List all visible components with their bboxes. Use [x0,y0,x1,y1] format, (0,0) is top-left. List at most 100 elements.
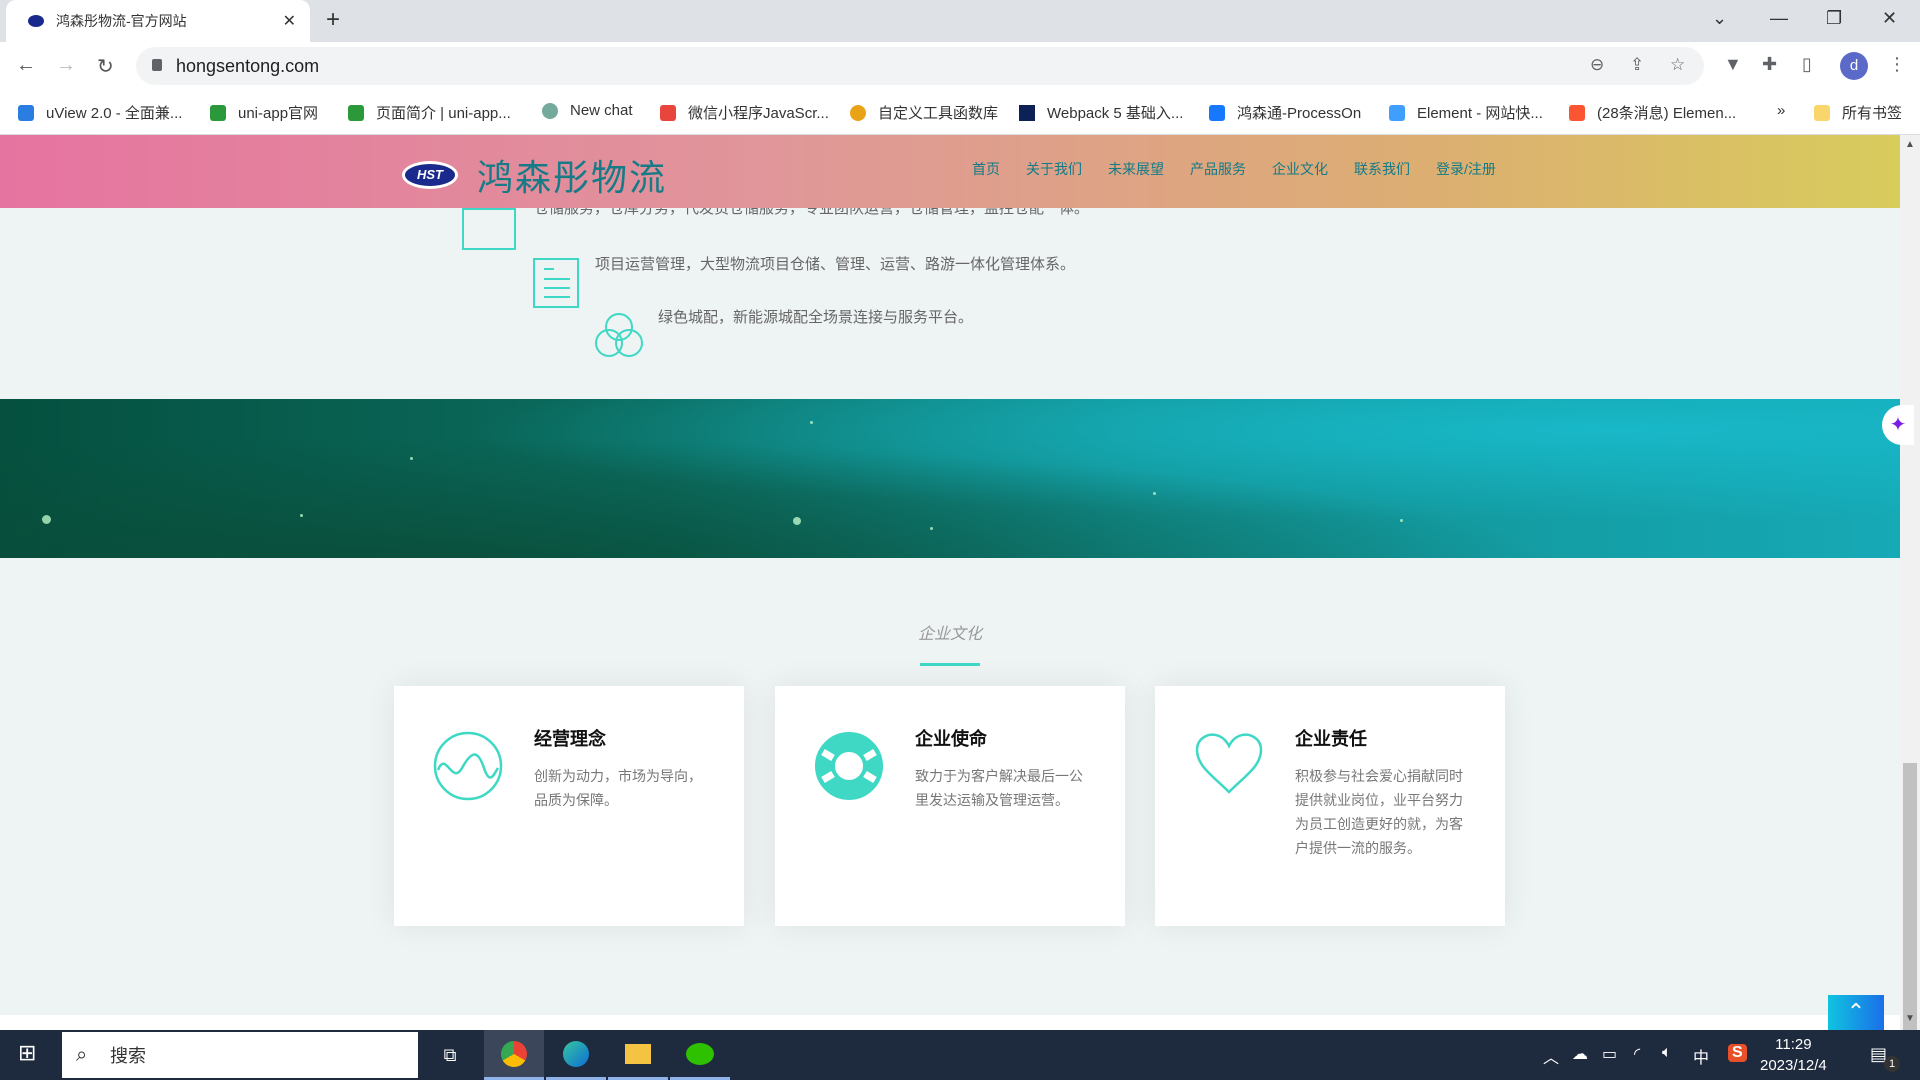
reload-icon[interactable]: ↻ [97,54,114,79]
three-circles-icon [595,313,643,357]
nav-home[interactable]: 首页 [972,159,1000,179]
minimize-icon[interactable]: — [1770,8,1788,29]
culture-card: 企业使命 致力于为客户解决最后一公里发达运输及管理运营。 [775,686,1125,926]
tray-overflow-icon[interactable]: ︿ [1543,1044,1559,1068]
bookmark-item[interactable]: 鸿森通-ProcessOn [1209,102,1361,123]
wechat-icon[interactable] [670,1030,730,1080]
bookmark-item[interactable]: uni-app官网 [210,102,318,123]
web-page: HST 鸿森彤物流 首页 关于我们 未来展望 产品服务 企业文化 联系我们 登录… [0,135,1900,1030]
star-dot [300,514,303,517]
title-underline [920,663,980,666]
new-tab-icon[interactable]: + [326,6,340,34]
scrollbar-thumb[interactable] [1903,763,1917,1055]
wave-circle-icon [433,731,503,801]
file-explorer-icon[interactable] [608,1030,668,1080]
side-panel-icon[interactable]: ▯ [1802,54,1812,75]
back-icon[interactable]: ← [16,54,36,77]
browser-tab-bar: 鸿森彤物流-官方网站 ✕ + ⌄ — ❐ ✕ [0,0,1920,42]
wifi-icon[interactable]: ◜ [1634,1044,1640,1064]
site-header: HST 鸿森彤物流 首页 关于我们 未来展望 产品服务 企业文化 联系我们 登录… [0,135,1900,208]
edge-icon[interactable] [546,1030,606,1080]
nav-login[interactable]: 登录/注册 [1436,159,1496,179]
lifebuoy-icon [815,732,883,800]
profile-avatar[interactable]: d [1840,52,1868,80]
culture-card: 企业责任 积极参与社会爱心捐献同时提供就业岗位，业平台努力为员工创造更好的就，为… [1155,686,1505,926]
close-tab-icon[interactable]: ✕ [283,11,296,31]
browser-tab[interactable]: 鸿森彤物流-官方网站 ✕ [6,0,310,42]
onedrive-icon[interactable]: ☁ [1572,1044,1588,1064]
address-bar[interactable]: hongsentong.com ⊖ ⇪ ☆ [136,47,1704,85]
folder-icon [1814,104,1830,121]
bookmark-favicon-icon [1209,104,1225,121]
star-dot [410,457,413,460]
battery-icon[interactable]: ▭ [1602,1044,1617,1064]
section-title: 企业文化 [917,626,982,643]
tab-search-icon[interactable]: ⌄ [1712,8,1727,29]
taskbar-search[interactable]: ⌕ 搜索 [62,1032,418,1078]
more-bookmarks-button[interactable]: » [1777,102,1785,119]
page-scrollbar[interactable]: ▲ ▼ [1900,135,1920,1055]
share-icon[interactable]: ⇪ [1630,55,1644,75]
star-dot [810,421,813,424]
back-to-top-button[interactable]: ⌃ [1828,995,1884,1031]
card-title: 企业使命 [915,729,987,749]
bookmark-item[interactable]: uView 2.0 - 全面兼... [18,102,182,123]
system-clock[interactable]: 11:29 2023/12/4 [1760,1034,1827,1076]
scroll-up-icon[interactable]: ▲ [1905,139,1915,150]
bookmark-star-icon[interactable]: ☆ [1670,55,1685,75]
bookmark-item[interactable]: Element - 网站快... [1389,102,1543,123]
close-window-icon[interactable]: ✕ [1882,8,1897,29]
windows-start-icon[interactable]: ⊞ [18,1040,36,1066]
star-dot [1153,492,1156,495]
hst-logo[interactable]: HST [402,161,458,189]
nav-culture[interactable]: 企业文化 [1272,159,1328,179]
star-dot [930,527,933,530]
sogou-ime-icon[interactable]: S [1728,1044,1747,1062]
card-text: 积极参与社会爱心捐献同时提供就业岗位，业平台努力为员工创造更好的就，为客户提供一… [1295,768,1463,856]
volume-icon[interactable]: 🔈︎ [1662,1044,1672,1062]
search-icon: ⌕ [76,1043,88,1066]
card-title: 经营理念 [534,729,606,749]
bookmark-favicon-icon [18,104,34,121]
zoom-icon[interactable]: ⊖ [1590,55,1604,75]
footer-edge [0,1015,1900,1030]
bookmark-item[interactable]: (28条消息) Elemen... [1569,102,1736,123]
star-dot [793,517,801,525]
nav-about[interactable]: 关于我们 [1026,159,1082,179]
bookmark-favicon-icon [210,104,226,121]
bookmark-item[interactable]: 微信小程序JavaScr... [660,102,829,123]
bookmark-item[interactable]: New chat [542,102,633,119]
ime-indicator[interactable]: 中 [1693,1044,1709,1068]
all-bookmarks-folder[interactable]: 所有书签 [1814,102,1902,123]
nav-contact[interactable]: 联系我们 [1354,159,1410,179]
culture-card: 经营理念 创新为动力，市场为导向，品质为保障。 [394,686,744,926]
brand-name[interactable]: 鸿森彤物流 [477,149,667,201]
bookmark-favicon-icon [1019,104,1035,121]
task-view-icon[interactable]: ⧉ [420,1030,480,1080]
scroll-down-icon[interactable]: ▼ [1905,1013,1915,1024]
feature-text: 绿色城配，新能源城配全场景连接与服务平台。 [658,309,974,326]
card-title: 企业责任 [1295,729,1367,749]
ai-assistant-sparkle-icon[interactable]: ✦ [1882,405,1914,445]
extensions-icon[interactable]: ✚ [1762,54,1777,75]
vue-devtools-icon[interactable]: ▼ [1724,54,1742,75]
nav-future[interactable]: 未来展望 [1108,159,1164,179]
chrome-icon[interactable] [484,1030,544,1080]
bookmark-favicon-icon [348,104,364,121]
feature-text: 项目运营管理，大型物流项目仓储、管理、运营、路游一体化管理体系。 [595,256,1076,273]
bookmark-favicon-icon [1569,104,1585,121]
starfield-banner [0,399,1900,558]
bookmark-item[interactable]: 页面简介 | uni-app... [348,102,511,123]
restore-icon[interactable]: ❐ [1826,8,1842,29]
site-favicon-icon [28,15,44,27]
bookmark-item[interactable]: 自定义工具函数库 [850,102,998,123]
star-dot [42,515,51,524]
forward-icon[interactable]: → [56,54,76,77]
nav-products[interactable]: 产品服务 [1190,159,1246,179]
bookmarks-bar: uView 2.0 - 全面兼... uni-app官网 页面简介 | uni-… [0,90,1920,135]
bookmark-favicon-icon [850,104,866,121]
main-nav: 首页 关于我们 未来展望 产品服务 企业文化 联系我们 登录/注册 [972,159,1496,179]
bookmark-item[interactable]: Webpack 5 基础入... [1019,102,1183,123]
menu-icon[interactable]: ⋮ [1888,54,1906,75]
bookmark-favicon-icon [1389,104,1405,121]
